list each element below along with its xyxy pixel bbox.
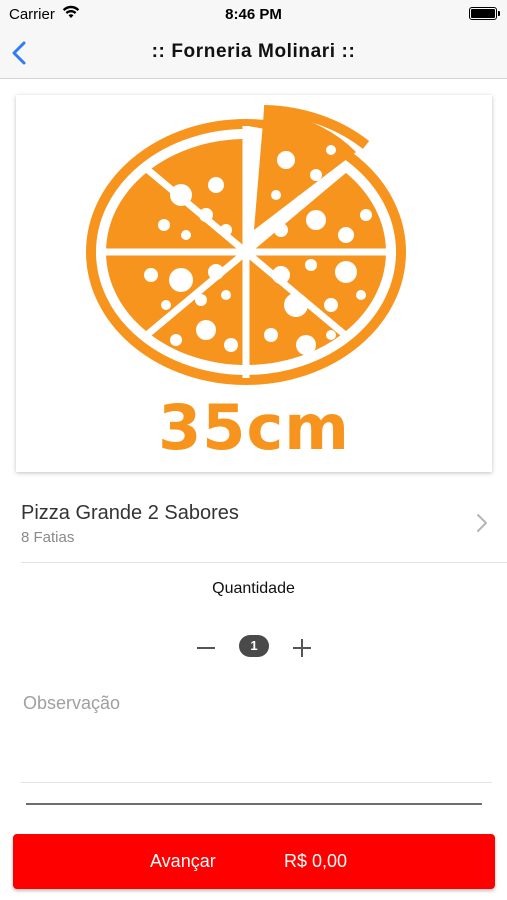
quantity-label: Quantidade	[212, 580, 295, 597]
total-price: R$ 0,00	[284, 851, 348, 871]
advance-button[interactable]: Avançar R$ 0,00	[13, 834, 495, 889]
status-bar: Carrier 8:46 PM	[0, 0, 507, 28]
battery-icon	[469, 7, 500, 20]
chevron-right-icon	[477, 514, 487, 532]
navigation-bar: :: Forneria Molinari ::	[0, 28, 507, 79]
product-image-card: 35cm	[16, 95, 492, 472]
pizza-size-label: 35cm	[158, 391, 350, 464]
plus-icon[interactable]	[289, 632, 315, 662]
pizza-icon	[86, 105, 406, 385]
page-title: :: Forneria Molinari ::	[151, 41, 356, 62]
status-time: 8:46 PM	[225, 6, 282, 23]
divider	[26, 803, 482, 805]
advance-label: Avançar	[150, 851, 216, 871]
product-subtitle: 8 Fatias	[21, 529, 75, 546]
product-name: Pizza Grande 2 Sabores	[21, 502, 239, 524]
quantity-stepper: 1	[0, 632, 507, 662]
product-detail-row[interactable]: Pizza Grande 2 Sabores 8 Fatias	[21, 497, 507, 563]
minus-icon[interactable]	[193, 632, 219, 662]
quantity-value: 1	[239, 635, 269, 657]
observation-field[interactable]	[21, 685, 492, 783]
